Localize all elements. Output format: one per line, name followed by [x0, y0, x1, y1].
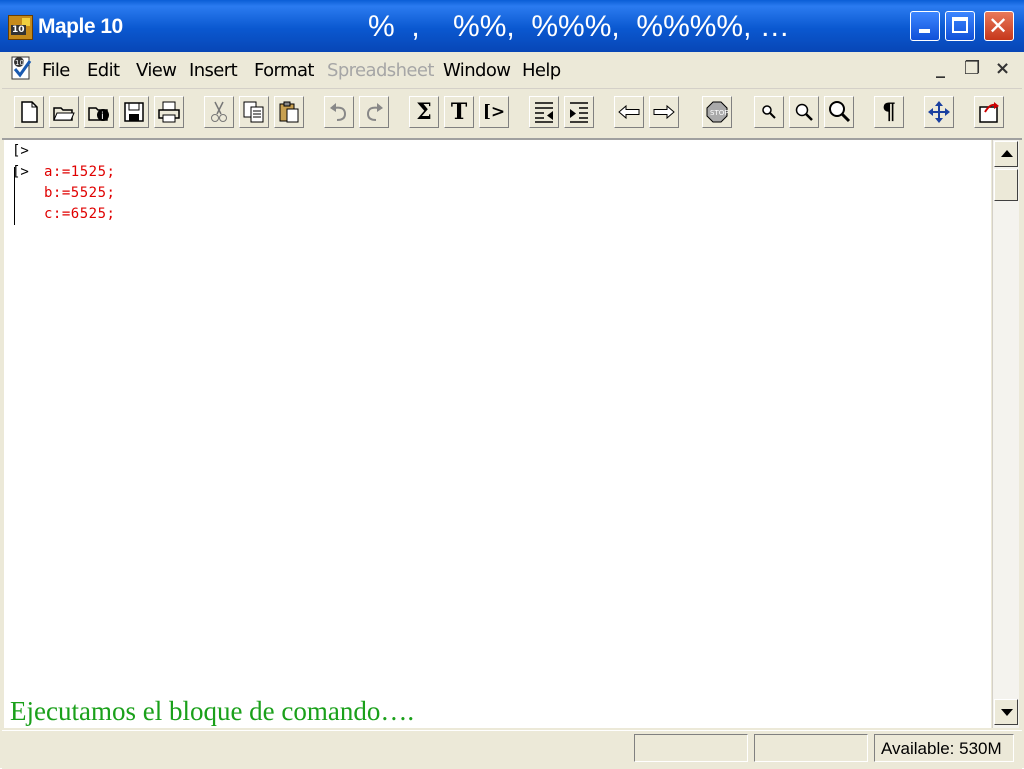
outdent-icon — [535, 102, 553, 123]
open-url-button[interactable]: i — [84, 96, 114, 128]
paste-button[interactable] — [274, 96, 304, 128]
toolbar: i Σ T [> STOP ¶ — [2, 90, 1022, 140]
zoom-medium-icon — [795, 103, 813, 121]
mdi-restore-icon[interactable]: ❐ — [964, 58, 980, 79]
zoom-medium-button[interactable] — [789, 96, 819, 128]
undo-button[interactable] — [324, 96, 354, 128]
math-input-button[interactable]: Σ — [409, 96, 439, 128]
new-document-icon — [21, 101, 38, 123]
close-icon: ✕ — [988, 12, 1009, 40]
redo-icon — [366, 103, 383, 121]
menu-edit[interactable]: Edit — [87, 60, 120, 81]
back-icon — [618, 104, 640, 120]
minimize-icon — [919, 29, 930, 33]
zoom-large-icon — [829, 101, 851, 123]
vertical-scrollbar[interactable] — [992, 140, 1019, 728]
scroll-down-button[interactable] — [994, 699, 1018, 725]
code-line-b[interactable]: b:=5525; — [44, 185, 115, 201]
zoom-small-button[interactable] — [754, 96, 784, 128]
status-bar: Available: 530M — [2, 730, 1022, 769]
window-title: Maple 10 — [38, 15, 123, 38]
menu-spreadsheet: Spreadsheet — [327, 60, 434, 81]
paste-icon — [279, 101, 299, 123]
restart-button[interactable] — [974, 96, 1004, 128]
menu-insert[interactable]: Insert — [189, 60, 238, 81]
text-input-button[interactable]: T — [444, 96, 474, 128]
open-folder-icon — [53, 107, 75, 121]
move-icon — [928, 101, 950, 123]
forward-button[interactable] — [649, 96, 679, 128]
status-field-2 — [754, 734, 868, 762]
status-field-1 — [634, 734, 748, 762]
svg-text:STOP: STOP — [710, 109, 728, 117]
open-url-icon: i — [88, 107, 109, 122]
copy-button[interactable] — [239, 96, 269, 128]
memory-available-status: Available: 530M — [874, 734, 1014, 762]
indent-button[interactable] — [564, 96, 594, 128]
worksheet-document[interactable]: [> [> a:=1525; b:=5525; c:=6525; Ejecuta… — [4, 140, 991, 728]
arrow-up-icon — [1001, 150, 1013, 157]
menu-window[interactable]: Window — [443, 60, 511, 81]
maple-app-icon: 10 — [8, 15, 33, 40]
insert-prompt-button[interactable]: [> — [479, 96, 509, 128]
undo-icon — [330, 103, 347, 121]
svg-text:10: 10 — [15, 59, 24, 67]
minimize-button[interactable] — [910, 11, 940, 41]
cut-icon — [211, 101, 227, 122]
outdent-button[interactable] — [529, 96, 559, 128]
code-line-a[interactable]: a:=1525; — [44, 164, 115, 180]
empty-prompt[interactable]: [> — [12, 143, 29, 159]
svg-text:i: i — [101, 111, 104, 122]
indent-icon — [570, 102, 588, 123]
cut-button[interactable] — [204, 96, 234, 128]
sum-icon: Σ — [416, 99, 432, 125]
zoom-large-button[interactable] — [824, 96, 854, 128]
text-icon: T — [450, 99, 468, 125]
menu-format[interactable]: Format — [254, 60, 314, 81]
prompt-icon: [> — [482, 102, 506, 122]
group-prompt[interactable]: [> — [12, 164, 29, 180]
slide-overlay-title: % , %%, %%%, %%%%, … — [368, 10, 790, 43]
new-document-button[interactable] — [14, 96, 44, 128]
maximize-icon — [952, 17, 968, 33]
restart-icon — [979, 102, 999, 123]
maple-window: 10 Maple 10 % , %%, %%%, %%%%, … ✕ 10 Fi… — [0, 0, 1024, 769]
menu-view[interactable]: View — [136, 60, 177, 81]
save-icon — [124, 102, 144, 122]
mdi-minimize-icon[interactable]: _ — [936, 58, 945, 79]
menu-bar: 10 File Edit View Insert Format Spreadsh… — [2, 52, 1022, 89]
worksheet-doc-icon[interactable]: 10 — [9, 55, 35, 83]
print-icon — [158, 101, 180, 123]
copy-icon — [243, 101, 264, 123]
stop-icon: STOP — [706, 101, 728, 123]
mdi-close-icon[interactable]: × — [995, 58, 1010, 79]
show-paragraph-button[interactable]: ¶ — [874, 96, 904, 128]
pilcrow-icon: ¶ — [882, 99, 896, 125]
title-bar[interactable]: 10 Maple 10 % , %%, %%%, %%%%, … ✕ — [0, 0, 1024, 52]
zoom-small-icon — [762, 105, 776, 119]
redo-button[interactable] — [359, 96, 389, 128]
slide-caption: Ejecutamos el bloque de comando…. — [10, 696, 415, 726]
app-icon-label: 10 — [11, 25, 26, 35]
move-button[interactable] — [924, 96, 954, 128]
close-button[interactable]: ✕ — [984, 11, 1014, 41]
open-button[interactable] — [49, 96, 79, 128]
scroll-up-button[interactable] — [994, 141, 1018, 167]
scroll-thumb[interactable] — [994, 169, 1018, 201]
stop-button[interactable]: STOP — [702, 96, 732, 128]
code-line-c[interactable]: c:=6525; — [44, 206, 115, 222]
forward-icon — [653, 104, 675, 120]
maximize-button[interactable] — [945, 11, 975, 41]
menu-help[interactable]: Help — [522, 60, 561, 81]
print-button[interactable] — [154, 96, 184, 128]
save-button[interactable] — [119, 96, 149, 128]
menu-file[interactable]: File — [42, 60, 70, 81]
back-button[interactable] — [614, 96, 644, 128]
arrow-down-icon — [1001, 709, 1013, 716]
